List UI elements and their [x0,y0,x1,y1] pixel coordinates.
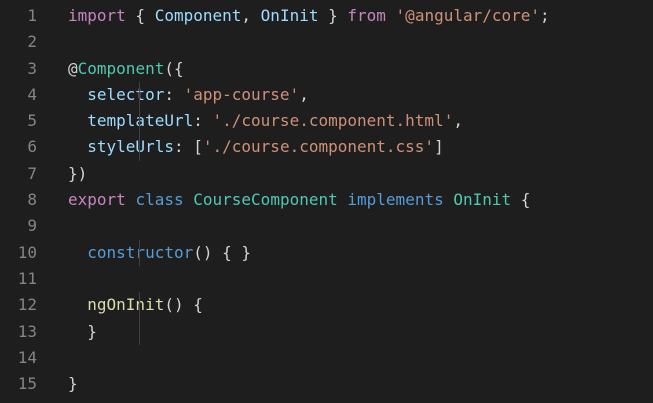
code-token: } [68,374,78,394]
code-token: () { [164,295,203,315]
code-line[interactable]: 12 ngOnInit() { [0,292,653,319]
code-token: ngOnInit [87,295,165,315]
code-token: ; [540,6,550,25]
code-token: ] [434,137,444,157]
code-token: CourseComponent [193,190,338,210]
code-line[interactable]: 6 styleUrls: ['./course.component.css'] [0,134,653,161]
line-number: 3 [27,58,37,78]
code-token: OnInit [453,190,512,210]
code-token: ({ [164,58,184,78]
code-token: , [241,6,261,25]
line-number: 14 [17,347,37,367]
code-token: styleUrls [87,137,174,157]
code-token: import [68,6,126,25]
indent-guide [139,292,140,319]
code-text[interactable]: selector: 'app-course', [68,81,309,109]
code-token: './course.component.css' [202,137,435,157]
code-token: 'app-course' [183,84,300,104]
code-line[interactable]: 1 import { Component, OnInit } from '@ang… [0,3,653,29]
code-text[interactable]: @Component({ [68,56,184,82]
code-text[interactable]: import { Component, OnInit } from '@angu… [68,3,550,29]
code-line[interactable]: 15} [0,371,653,397]
line-number: 13 [17,321,37,341]
code-token: { [511,190,531,210]
line-number: 9 [27,216,37,236]
code-text[interactable]: }) [68,161,87,187]
code-text[interactable]: } [68,318,140,345]
code-token: OnInit [260,6,319,25]
indent-guide [139,239,140,266]
code-token: () { } [193,242,252,262]
code-token: , [299,84,309,104]
code-token: } [318,6,348,25]
code-token: Component [77,58,165,78]
line-number: 12 [17,295,37,315]
code-token: @ [68,58,78,78]
code-token: : [193,111,213,131]
line-number: 4 [27,84,37,104]
code-text[interactable]: styleUrls: ['./course.component.css'] [68,134,444,161]
indent-guide [139,108,140,135]
line-number: 2 [27,32,37,52]
code-token: }) [68,163,88,183]
code-token: './course.component.html' [212,111,454,131]
indent-guide [139,81,140,109]
code-line[interactable]: 13 } [0,318,653,345]
indent-guide [139,134,140,161]
code-text[interactable]: export class CourseComponent implements … [68,187,530,213]
code-line[interactable]: 10 constructor() { } [0,239,653,266]
code-token: selector [87,84,165,104]
code-token: implements [347,190,444,210]
line-number: 10 [17,242,37,262]
code-token: Component [154,6,242,25]
line-number: 5 [27,111,37,131]
code-line[interactable]: 9 [0,213,653,239]
code-token: export [68,190,126,210]
code-token: , [453,111,463,131]
code-line[interactable]: 2 [0,29,653,55]
code-line[interactable]: 4 selector: 'app-course', [0,81,653,109]
line-number: 8 [27,190,37,210]
code-token: constructor [87,242,194,262]
code-token: : [ [173,137,203,157]
code-line[interactable]: 8 export class CourseComponent implements… [0,187,653,213]
code-token: { [125,6,155,25]
code-line[interactable]: 3 @Component({ [0,56,653,82]
line-number: 1 [27,6,37,25]
line-number: 15 [17,374,37,394]
code-token: class [135,190,184,210]
code-text[interactable]: } [68,371,78,397]
code-token: '@angular/core' [395,6,541,25]
code-line[interactable]: 14 [0,345,653,371]
code-token: templateUrl [87,111,194,131]
code-text[interactable]: templateUrl: './course.component.html', [68,108,463,135]
code-text[interactable]: constructor() { } [68,239,252,266]
code-editor[interactable]: 1 import { Component, OnInit } from '@ang… [0,0,653,403]
code-line[interactable]: 5 templateUrl: './course.component.html'… [0,108,653,135]
line-number: 7 [27,163,37,183]
code-token: from [347,6,386,25]
code-line[interactable]: 7}) [0,161,653,187]
code-text[interactable]: ngOnInit() { [68,292,203,319]
line-number: 6 [27,137,37,157]
code-token: : [164,84,184,104]
line-number: 11 [17,268,37,288]
indent-guide [139,318,140,345]
code-line[interactable]: 11 [0,266,653,292]
code-token: } [68,321,97,341]
